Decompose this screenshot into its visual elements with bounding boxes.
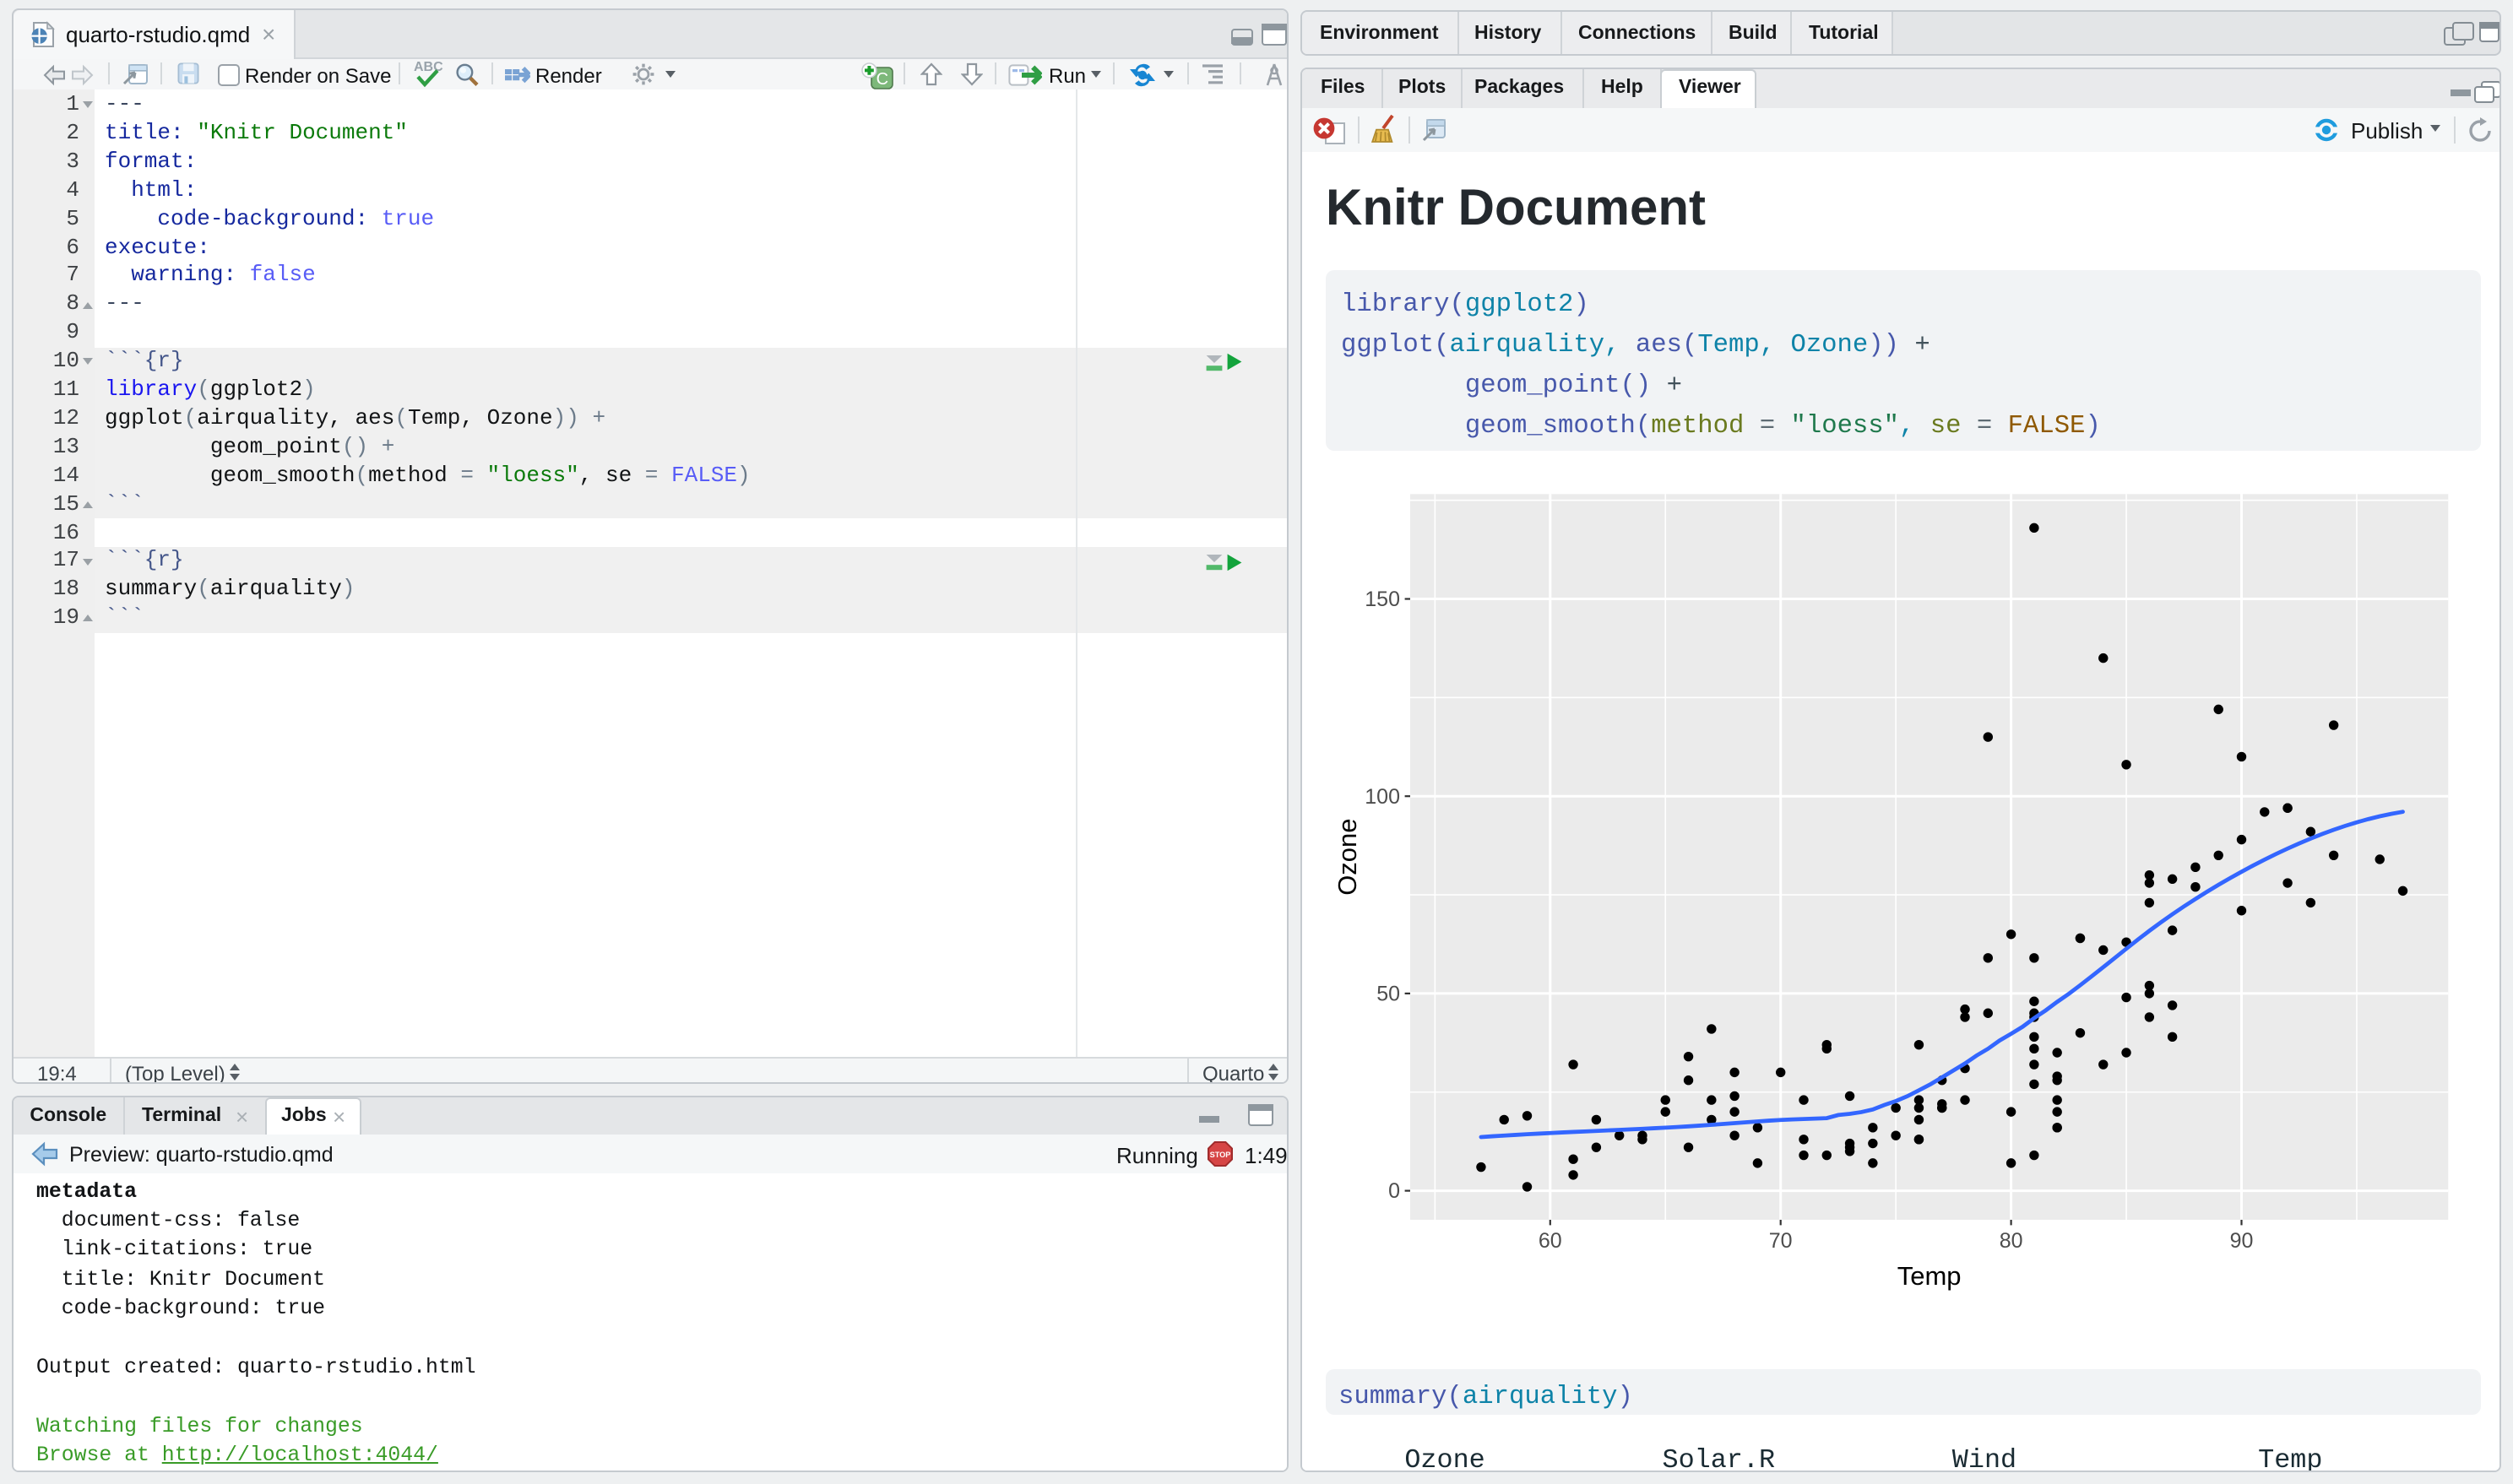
svg-text:0: 0: [1388, 1179, 1400, 1203]
svg-text:60: 60: [1539, 1229, 1562, 1253]
svg-text:50: 50: [1376, 983, 1400, 1006]
svg-text:70: 70: [1769, 1229, 1793, 1253]
svg-text:C: C: [877, 69, 888, 88]
svg-text:80: 80: [2000, 1229, 2023, 1253]
svg-text:STOP: STOP: [1210, 1151, 1231, 1159]
svg-text:Temp: Temp: [1897, 1261, 1962, 1291]
svg-text:Ozone: Ozone: [1332, 818, 1362, 895]
svg-text:150: 150: [1365, 588, 1400, 611]
svg-text:90: 90: [2230, 1229, 2254, 1253]
svg-text:100: 100: [1365, 785, 1400, 809]
